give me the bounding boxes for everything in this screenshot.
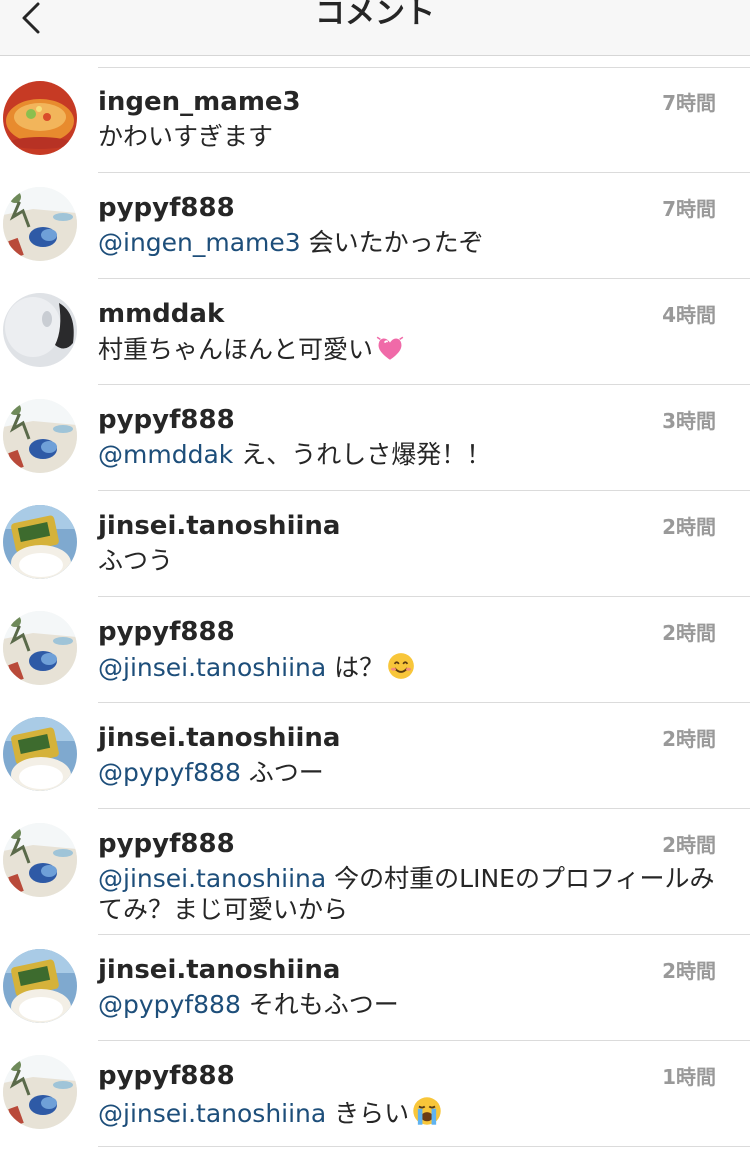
comment-text: 村重ちゃんほんと可愛い: [98, 333, 718, 365]
comment-body: きらい: [326, 1099, 410, 1128]
comment-row: ingen_mame3 7時間かわいすぎます: [0, 67, 750, 173]
comment-body: それもふつー: [240, 990, 399, 1019]
loudly-crying-face-icon: [411, 1095, 441, 1125]
avatar[interactable]: [3, 399, 77, 473]
comment-body: ふつう: [98, 546, 174, 575]
comment-body: え、うれしさ爆発！！: [233, 440, 492, 469]
mention-link[interactable]: @mmddak: [98, 440, 233, 469]
mention-link[interactable]: @jinsei.tanoshiina: [98, 864, 326, 893]
smiling-face-icon: [386, 651, 415, 679]
page-title: コメント: [315, 0, 435, 31]
comment-text: ふつう: [98, 545, 718, 576]
username[interactable]: pypyf888: [98, 405, 235, 435]
username[interactable]: pypyf888: [98, 1061, 235, 1091]
username[interactable]: mmddak: [98, 299, 224, 329]
comment-row: jinsei.tanoshiina 2時間 @pypyf888 それもふつー: [0, 935, 750, 1041]
comment-body: かわいすぎます: [98, 122, 274, 151]
username[interactable]: pypyf888: [98, 829, 235, 859]
comment-row: mmddak 4時間村重ちゃんほんと可愛い: [0, 279, 750, 385]
avatar[interactable]: [3, 505, 77, 579]
mention-link[interactable]: @pypyf888: [98, 990, 241, 1019]
header-bar: コメント: [0, 0, 750, 56]
avatar[interactable]: [3, 81, 77, 155]
mention-link[interactable]: @jinsei.tanoshiina: [98, 653, 326, 682]
comment-row: pypyf888 2時間 @jinsei.tanoshiina 今の村重のLINEの…: [0, 809, 750, 935]
timestamp: 2時間: [662, 727, 716, 751]
avatar[interactable]: [3, 187, 77, 261]
avatar[interactable]: [3, 611, 77, 685]
comment-text: @jinsei.tanoshiina 今の村重のLINEのプロフィールみてみ？ま…: [98, 863, 718, 925]
comment-body: 会いたかったぞ: [300, 228, 484, 257]
comment-text: @mmddak え、うれしさ爆発！！: [98, 439, 718, 470]
timestamp: 7時間: [662, 197, 716, 221]
comment-text: @pypyf888 ふつー: [98, 757, 718, 788]
comment-row: pypyf888 7時間 @ingen_mame3 会いたかったぞ: [0, 173, 750, 279]
timestamp: 1時間: [662, 1065, 716, 1089]
mention-link[interactable]: @pypyf888: [98, 758, 241, 787]
avatar[interactable]: [3, 823, 77, 897]
comment-text: @jinsei.tanoshiina は？: [98, 651, 718, 683]
timestamp: 3時間: [662, 409, 716, 433]
comment-text: @jinsei.tanoshiina きらい: [98, 1095, 718, 1129]
sparkling-heart-icon: [375, 333, 404, 361]
username[interactable]: ingen_mame3: [98, 87, 301, 117]
comment-row: pypyf888 2時間 @jinsei.tanoshiina は？: [0, 597, 750, 703]
timestamp: 2時間: [662, 833, 716, 857]
username[interactable]: jinsei.tanoshiina: [98, 955, 340, 985]
timestamp: 2時間: [662, 621, 716, 645]
avatar[interactable]: [3, 1055, 77, 1129]
comment-text: かわいすぎます: [98, 121, 718, 152]
comment-body: は？: [326, 653, 385, 682]
comment-row: jinsei.tanoshiina 2時間ふつう: [0, 491, 750, 597]
timestamp: 4時間: [662, 303, 716, 327]
username[interactable]: jinsei.tanoshiina: [98, 511, 340, 541]
avatar[interactable]: [3, 293, 77, 367]
comment-row: pypyf888 1時間 @jinsei.tanoshiina きらい: [0, 1041, 750, 1147]
comment-row: pypyf888 3時間 @mmddak え、うれしさ爆発！！: [0, 385, 750, 491]
username[interactable]: jinsei.tanoshiina: [98, 723, 340, 753]
comment-text: @ingen_mame3 会いたかったぞ: [98, 227, 718, 258]
username[interactable]: pypyf888: [98, 193, 235, 223]
comment-body: 村重ちゃんほんと可愛い: [98, 335, 374, 364]
divider: [98, 1146, 750, 1147]
timestamp: 2時間: [662, 959, 716, 983]
username[interactable]: pypyf888: [98, 617, 235, 647]
comment-body: ふつー: [240, 758, 324, 787]
avatar[interactable]: [3, 949, 77, 1023]
comment-row: jinsei.tanoshiina 2時間 @pypyf888 ふつー: [0, 703, 750, 809]
timestamp: 7時間: [662, 91, 716, 115]
comment-text: @pypyf888 それもふつー: [98, 989, 718, 1020]
avatar[interactable]: [3, 717, 77, 791]
mention-link[interactable]: @ingen_mame3: [98, 228, 301, 257]
timestamp: 2時間: [662, 515, 716, 539]
mention-link[interactable]: @jinsei.tanoshiina: [98, 1099, 326, 1128]
